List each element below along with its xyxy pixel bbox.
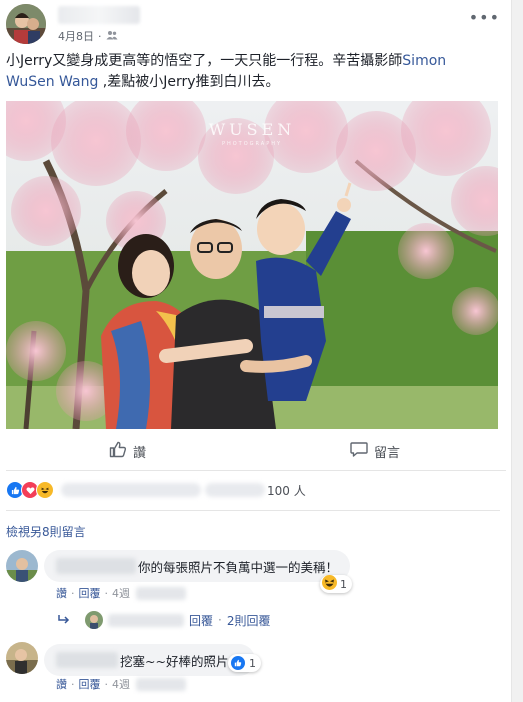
- comment-meta-redacted: [136, 586, 186, 600]
- post-photo[interactable]: WUSEN PHOTOGRAPHY: [6, 101, 498, 429]
- comment-reaction-count: 1: [249, 656, 256, 670]
- comment-reaction-count: 1: [340, 577, 347, 591]
- post-actions: 讚 留言: [6, 432, 506, 471]
- comment-text: 挖塞~~好棒的照片!!!: [120, 653, 244, 669]
- comment-meta-redacted: [136, 677, 186, 691]
- view-more-comments-link[interactable]: 檢視另8則留言: [6, 523, 86, 540]
- comment-reply-link[interactable]: 回覆: [79, 585, 101, 601]
- comments-divider: [6, 510, 500, 511]
- comment-icon: [350, 440, 368, 462]
- post-text: 小Jerry又變身成更高等的悟空了，一天只能一行程。辛苦攝影師Simon WuS…: [6, 51, 496, 93]
- post-text-part2: ,差點被小Jerry推到白川去。: [98, 74, 280, 90]
- haha-reaction-icon: [36, 481, 54, 499]
- comment-time[interactable]: 4週: [112, 585, 130, 601]
- author-avatar[interactable]: [6, 4, 46, 44]
- commenter-avatar[interactable]: [6, 642, 38, 674]
- comment-like-link[interactable]: 讚: [56, 676, 67, 692]
- comment-reaction-chip[interactable]: 1: [228, 654, 261, 672]
- reply-arrow-icon: [58, 613, 70, 627]
- reaction-summary[interactable]: 100 人: [6, 479, 506, 501]
- reply-author-avatar: [85, 611, 103, 629]
- comment-like-link[interactable]: 讚: [56, 585, 67, 601]
- like-label: 讚: [133, 445, 147, 461]
- reaction-names-redacted: [61, 483, 201, 497]
- haha-reaction-icon: [322, 575, 337, 593]
- friends-icon[interactable]: [106, 30, 118, 43]
- like-button[interactable]: 讚: [109, 440, 146, 462]
- commenter-avatar[interactable]: [6, 550, 38, 582]
- like-reaction-icon: [230, 655, 246, 671]
- comment-reply-link[interactable]: 回覆: [79, 676, 101, 692]
- reply-author-name-redacted: [108, 613, 184, 627]
- reply-summary-count[interactable]: 2則回覆: [227, 612, 271, 629]
- post-card: 4月8日 · ••• 小Jerry又變身成更高等的悟空了，一天只能一行程。辛苦攝…: [0, 0, 512, 702]
- view-replies-link[interactable]: 回覆 · 2則回覆: [58, 611, 270, 629]
- comment-actions: 讚 · 回覆 · 4週: [56, 585, 186, 601]
- post-header: 4月8日 · •••: [6, 4, 506, 48]
- commenter-name-redacted[interactable]: [56, 558, 136, 574]
- reaction-names-redacted-2: [205, 483, 265, 497]
- comment-bubble: 你的每張照片不負萬中選一的美稱！: [44, 550, 351, 582]
- page-scrollbar[interactable]: [511, 0, 523, 702]
- commenter-name-redacted[interactable]: [56, 652, 118, 668]
- comment-bubble: 挖塞~~好棒的照片!!!: [44, 644, 256, 676]
- thumbs-up-icon: [109, 440, 127, 462]
- reply-summary-action[interactable]: 回覆: [189, 612, 213, 629]
- comment-button[interactable]: 留言: [350, 440, 400, 462]
- post-date[interactable]: 4月8日: [58, 28, 94, 44]
- comment-reaction-chip[interactable]: 1: [320, 575, 352, 593]
- comment-time[interactable]: 4週: [112, 676, 130, 692]
- comment-text: 你的每張照片不負萬中選一的美稱！: [138, 559, 339, 575]
- post-meta: 4月8日 ·: [58, 28, 118, 44]
- comment-actions: 讚 · 回覆 · 4週: [56, 676, 186, 692]
- photo-watermark-sub: PHOTOGRAPHY: [222, 141, 282, 147]
- author-name-redacted[interactable]: [58, 6, 140, 24]
- separator-dot: ·: [98, 29, 102, 43]
- photo-watermark: WUSEN: [209, 120, 296, 139]
- comment-label: 留言: [374, 445, 401, 461]
- reaction-count: 100 人: [267, 483, 306, 498]
- more-options-icon[interactable]: •••: [469, 8, 500, 27]
- post-text-part1: 小Jerry又變身成更高等的悟空了，一天只能一行程。辛苦攝影師: [6, 53, 403, 69]
